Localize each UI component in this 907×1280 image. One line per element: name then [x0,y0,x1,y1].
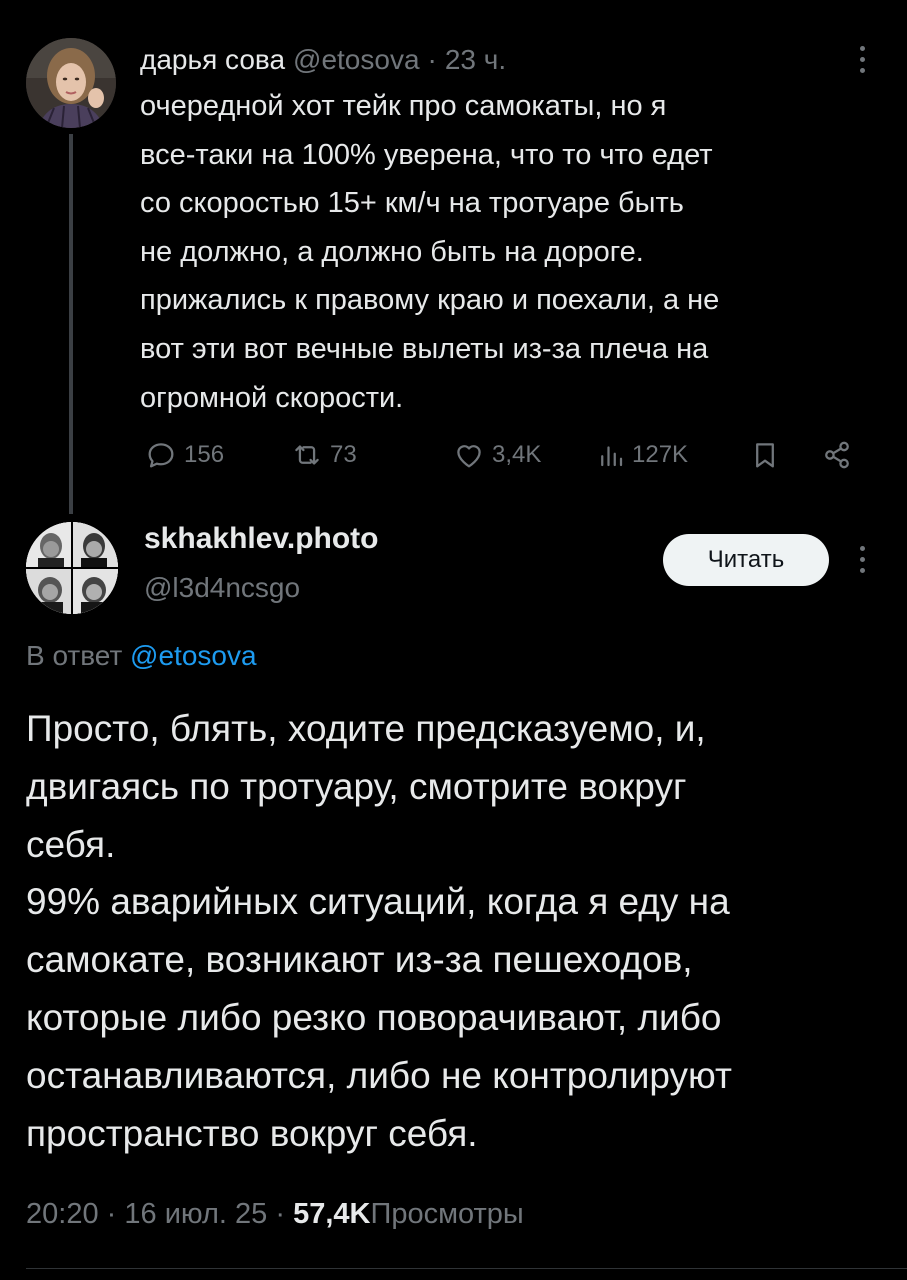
reply-views-label: Просмотры [370,1198,524,1230]
meta-separator-1: · [106,1198,117,1230]
reply-avatar[interactable] [26,522,118,614]
reply-views-count: 57,4K [293,1198,371,1230]
replying-to-mention[interactable]: @etosova [130,640,257,671]
reply-time[interactable]: 20:20 [26,1198,99,1230]
retweet-icon [295,445,319,465]
views-action[interactable]: 127K [596,430,688,480]
reply-avatar-image [26,522,118,614]
like-count: 3,4K [492,441,542,468]
views-count: 127K [632,441,689,468]
reply-display-name[interactable]: skhakhlev.photo [144,522,379,556]
replying-to: В ответ @etosova [26,640,257,672]
parent-avatar-image [26,38,116,128]
thread-line [69,134,73,514]
parent-avatar[interactable] [26,38,116,128]
parent-header: дарья сова @etosova · 23 ч. [140,40,506,80]
parent-handle[interactable]: @etosova [293,44,420,76]
reply-tweet-text: Просто, блять, ходите предсказуемо, и, д… [26,708,732,1154]
share-action[interactable] [820,430,854,480]
parent-display-name[interactable]: дарья сова [140,44,285,76]
parent-more-icon[interactable] [858,46,866,73]
reply-more-icon[interactable] [858,546,866,573]
reply-count: 156 [184,441,225,468]
meta-separator-2: · [275,1198,286,1230]
views-icon [601,446,623,467]
share-icon [825,441,849,469]
reply-date[interactable]: 16 июл. 25 [124,1198,267,1230]
bookmark-icon [756,443,774,468]
follow-button[interactable]: Читать [663,534,829,586]
reply-icon [148,443,174,468]
bookmark-action[interactable] [748,430,782,480]
parent-tweet-text: очередной хот тейк про самокаты, но я вс… [140,90,720,414]
like-icon [457,445,481,468]
reply-handle[interactable]: @l3d4ncsgo [144,572,300,604]
reply-meta: 20:20 · 16 июл. 25 · 57,4KПросмотры [26,1198,524,1231]
replying-to-prefix: В ответ [26,640,123,671]
retweet-action[interactable]: 73 [290,430,357,480]
reply-action[interactable]: 156 [144,430,224,480]
retweet-count: 73 [330,441,357,468]
parent-header-separator: · [427,44,437,75]
parent-time-ago[interactable]: 23 ч. [445,44,506,76]
like-action[interactable]: 3,4K [452,430,541,480]
parent-action-bar: 156 73 3,4K 127K [140,430,860,480]
divider [26,1268,907,1269]
